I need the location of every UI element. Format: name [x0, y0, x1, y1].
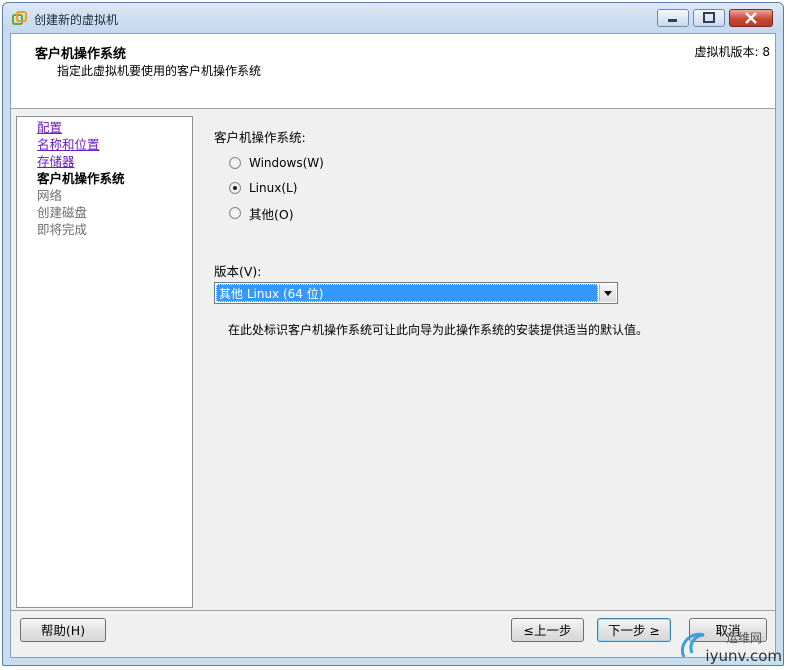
- nav-step-ready: 即将完成: [37, 222, 88, 237]
- radio-linux[interactable]: Linux(L): [229, 179, 297, 197]
- window-title: 创建新的虚拟机: [34, 13, 119, 27]
- page-title: 客户机操作系统: [35, 47, 127, 62]
- version-select[interactable]: 其他 Linux (64 位): [214, 282, 618, 304]
- watermark-bottom-text: iyunv.com: [705, 647, 782, 665]
- version-select-value[interactable]: 其他 Linux (64 位): [216, 284, 598, 302]
- radio-linux-label[interactable]: Linux(L): [249, 181, 297, 195]
- radio-other-indicator[interactable]: [229, 207, 241, 219]
- guest-os-label: 客户机操作系统:: [214, 130, 306, 145]
- minimize-icon: [668, 19, 677, 22]
- title-bar[interactable]: 创建新的虚拟机: [3, 3, 783, 33]
- guest-os-hint: 在此处标识客户机操作系统可让此向导为此操作系统的安装提供适当的默认值。: [228, 323, 649, 337]
- radio-linux-indicator[interactable]: [229, 182, 241, 194]
- vm-version-label: 虚拟机版本: 8: [694, 45, 771, 59]
- nav-step-config[interactable]: 配置: [37, 119, 62, 136]
- wizard-window: 创建新的虚拟机 客户机操作系统 指定此虚拟机要使用的客户机操作系统 虚拟机版本:…: [2, 2, 784, 666]
- nav-step-guest-os: 客户机操作系统: [37, 171, 125, 186]
- page-subtitle: 指定此虚拟机要使用的客户机操作系统: [57, 64, 262, 78]
- wizard-header: 客户机操作系统 指定此虚拟机要使用的客户机操作系统 虚拟机版本: 8: [11, 34, 775, 109]
- version-label: 版本(V):: [214, 264, 262, 279]
- radio-other[interactable]: 其他(O): [229, 204, 294, 222]
- minimize-button[interactable]: [657, 9, 689, 27]
- chevron-down-icon[interactable]: [599, 284, 616, 302]
- nav-step-create-disk: 创建磁盘: [37, 205, 88, 220]
- footer-divider: [11, 610, 775, 611]
- watermark-top-text: 运维网: [725, 631, 762, 645]
- vmware-new-vm-icon: [12, 11, 27, 25]
- close-button[interactable]: [729, 9, 773, 27]
- window-controls: [657, 9, 773, 29]
- radio-windows-indicator[interactable]: [229, 157, 241, 169]
- maximize-icon: [703, 12, 715, 23]
- nav-step-network: 网络: [37, 188, 63, 203]
- nav-step-name-location[interactable]: 名称和位置: [37, 136, 100, 153]
- wizard-steps-panel: 配置 名称和位置 存储器 客户机操作系统 网络 创建磁盘 即将完成: [16, 116, 193, 608]
- dialog-client: 客户机操作系统 指定此虚拟机要使用的客户机操作系统 虚拟机版本: 8 配置 名称…: [10, 33, 776, 658]
- next-button[interactable]: 下一步 ≥: [597, 618, 671, 642]
- wizard-content: 客户机操作系统: Windows(W) Linux(L) 其他(O) 版本(V)…: [193, 109, 775, 609]
- radio-windows-label[interactable]: Windows(W): [249, 156, 324, 170]
- help-button[interactable]: 帮助(H): [20, 618, 106, 642]
- nav-step-storage[interactable]: 存储器: [37, 153, 75, 170]
- radio-windows[interactable]: Windows(W): [229, 154, 324, 172]
- watermark: 运维网 iyunv.com: [676, 627, 782, 667]
- back-button[interactable]: ≤上一步: [511, 618, 584, 642]
- maximize-button[interactable]: [693, 9, 725, 27]
- radio-other-label[interactable]: 其他(O): [249, 204, 294, 223]
- close-icon: [745, 12, 757, 24]
